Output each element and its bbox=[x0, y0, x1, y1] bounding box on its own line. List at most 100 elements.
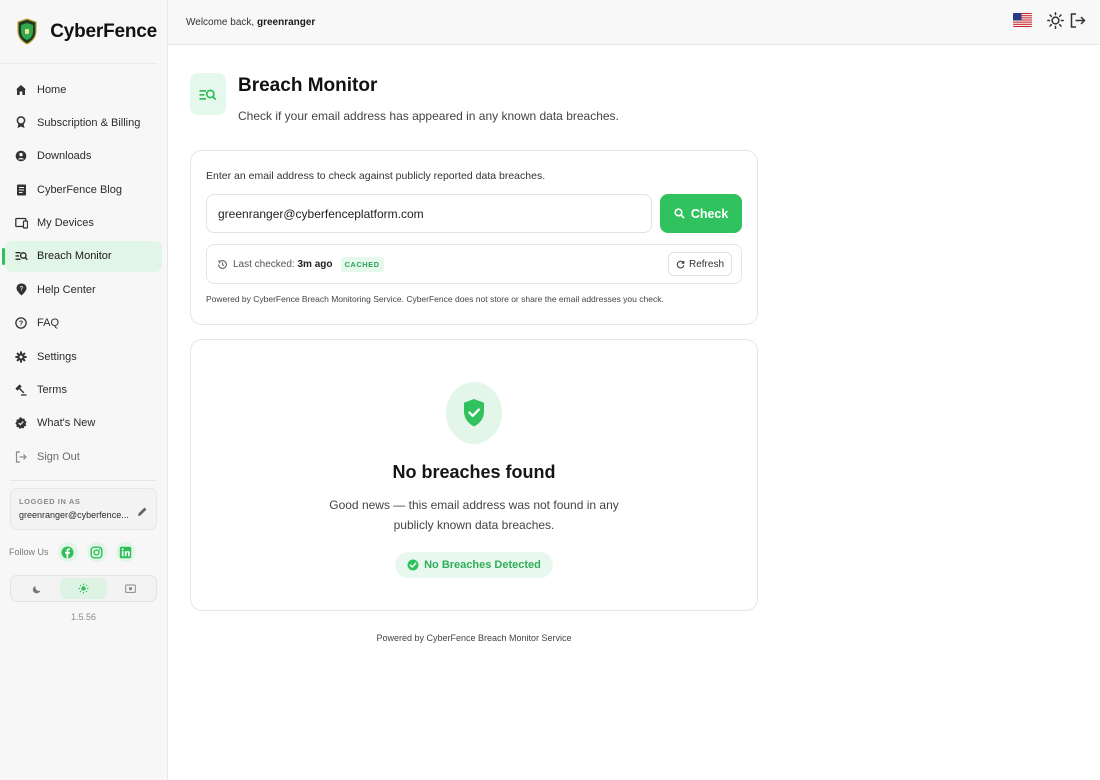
sidebar-item-downloads[interactable]: Downloads bbox=[5, 141, 162, 172]
sidebar-item-my-devices[interactable]: My Devices bbox=[5, 208, 162, 239]
badge-icon bbox=[14, 116, 28, 130]
footer-powered-by: Powered by CyberFence Breach Monitor Ser… bbox=[376, 633, 572, 643]
sidebar-item-faq[interactable]: ? FAQ bbox=[5, 308, 162, 339]
email-input[interactable] bbox=[206, 194, 653, 233]
page-subtitle: Check if your email address has appeared… bbox=[238, 109, 619, 123]
sidebar-item-label: FAQ bbox=[37, 317, 60, 330]
sidebar-item-settings[interactable]: Settings bbox=[5, 341, 162, 372]
logged-in-label: LOGGED IN AS bbox=[19, 497, 81, 507]
shield-logo-icon bbox=[16, 17, 38, 47]
page-title: Breach Monitor bbox=[238, 75, 378, 96]
us-flag-icon[interactable] bbox=[1013, 13, 1032, 27]
sidebar-divider bbox=[10, 480, 157, 482]
no-breaches-pill: No Breaches Detected bbox=[395, 552, 553, 578]
sidebar-item-label: Downloads bbox=[37, 150, 92, 163]
email-check-row: Check bbox=[206, 194, 742, 233]
page-title-block: Breach Monitor Check if your email addre… bbox=[238, 73, 619, 123]
header-actions bbox=[1013, 11, 1086, 29]
sidebar-item-label: Sign Out bbox=[37, 450, 80, 463]
sidebar-item-label: Breach Monitor bbox=[37, 250, 112, 263]
svg-text:?: ? bbox=[19, 319, 24, 328]
follow-us-row: Follow Us bbox=[9, 542, 167, 563]
sidebar-item-label: Help Center bbox=[37, 283, 96, 296]
refresh-icon bbox=[676, 260, 685, 269]
result-card: No breaches found Good news — this email… bbox=[190, 339, 758, 611]
facebook-icon[interactable] bbox=[57, 542, 78, 563]
logged-in-email: greenranger@cyberfence... bbox=[19, 510, 129, 521]
brand-name: CyberFence bbox=[50, 20, 157, 42]
welcome-prefix: Welcome back, bbox=[186, 16, 255, 28]
theme-dark-button[interactable] bbox=[13, 578, 60, 599]
download-circle-icon bbox=[14, 149, 28, 163]
sidebar-item-whats-new[interactable]: What's New bbox=[5, 408, 162, 439]
help-pin-icon: ? bbox=[14, 283, 28, 297]
history-clock-icon bbox=[217, 259, 228, 270]
check-button[interactable]: Check bbox=[660, 194, 742, 233]
shield-check-icon bbox=[446, 382, 502, 444]
check-card: Enter an email address to check against … bbox=[190, 150, 758, 325]
breach-search-icon bbox=[14, 249, 28, 263]
check-button-label: Check bbox=[690, 206, 729, 221]
breach-search-icon bbox=[190, 73, 226, 115]
check-instructions: Enter an email address to check against … bbox=[206, 170, 546, 182]
brand-header: CyberFence bbox=[0, 0, 157, 64]
sidebar-item-subscription-billing[interactable]: Subscription & Billing bbox=[5, 107, 162, 138]
result-description: Good news — this email address was not f… bbox=[329, 498, 619, 532]
sidebar-nav: Home Subscription & Billing Downloads Cy… bbox=[0, 74, 167, 472]
theme-switcher bbox=[10, 575, 157, 603]
sidebar-item-home[interactable]: Home bbox=[5, 74, 162, 105]
sun-icon bbox=[78, 583, 89, 594]
devices-icon bbox=[14, 216, 28, 230]
home-icon bbox=[14, 83, 28, 97]
logout-icon[interactable] bbox=[1068, 11, 1086, 29]
no-breaches-label: No Breaches Detected bbox=[424, 559, 541, 571]
follow-us-label: Follow Us bbox=[9, 547, 49, 558]
last-checked-label: Last checked: bbox=[233, 258, 295, 270]
sidebar-item-label: CyberFence Blog bbox=[37, 183, 122, 196]
welcome-message: Welcome back, greenranger bbox=[186, 17, 315, 28]
privacy-note: Powered by CyberFence Breach Monitoring … bbox=[206, 294, 664, 304]
last-checked-value: 3m ago bbox=[297, 258, 333, 270]
check-circle-icon bbox=[407, 559, 419, 571]
refresh-label: Refresh bbox=[688, 258, 724, 270]
instagram-icon[interactable] bbox=[86, 542, 107, 563]
pencil-icon[interactable] bbox=[137, 504, 148, 517]
theme-toggle-sun-icon[interactable] bbox=[1046, 11, 1064, 29]
theme-system-button[interactable] bbox=[107, 578, 154, 599]
top-header: Welcome back, greenranger bbox=[168, 0, 1100, 45]
sidebar-item-label: My Devices bbox=[37, 217, 94, 230]
last-checked-text: Last checked: 3m ago bbox=[233, 259, 333, 270]
welcome-username: greenranger bbox=[256, 16, 316, 28]
cached-badge: CACHED bbox=[340, 256, 384, 272]
last-checked-bar: Last checked: 3m ago CACHED Refresh bbox=[206, 244, 742, 284]
sidebar-item-help-center[interactable]: ? Help Center bbox=[5, 274, 162, 305]
search-icon bbox=[674, 208, 685, 219]
main-content: Breach Monitor Check if your email addre… bbox=[190, 45, 758, 643]
result-title: No breaches found bbox=[392, 462, 556, 482]
logged-in-card: LOGGED IN AS greenranger@cyberfence... bbox=[10, 488, 157, 531]
app-version: 1.5.56 bbox=[70, 612, 97, 623]
sidebar-item-breach-monitor[interactable]: Breach Monitor bbox=[2, 240, 162, 272]
question-circle-icon: ? bbox=[14, 316, 28, 330]
page-header: Breach Monitor Check if your email addre… bbox=[190, 73, 758, 123]
sidebar-item-label: Home bbox=[37, 83, 67, 96]
sidebar-item-blog[interactable]: CyberFence Blog bbox=[5, 174, 162, 205]
sidebar-item-label: Subscription & Billing bbox=[37, 116, 141, 129]
sign-out-icon bbox=[14, 450, 28, 464]
sidebar: CyberFence Home Subscription & Billing D… bbox=[0, 0, 168, 780]
sidebar-item-label: Terms bbox=[37, 384, 67, 397]
gavel-icon bbox=[14, 383, 28, 397]
new-badge-icon bbox=[14, 416, 28, 430]
sidebar-item-sign-out[interactable]: Sign Out bbox=[5, 441, 162, 472]
moon-icon bbox=[32, 586, 40, 594]
sidebar-item-terms[interactable]: Terms bbox=[5, 375, 162, 406]
blog-icon bbox=[14, 183, 28, 197]
monitor-icon bbox=[125, 584, 136, 593]
gear-icon bbox=[14, 350, 28, 364]
svg-text:?: ? bbox=[19, 287, 23, 293]
sidebar-item-label: What's New bbox=[37, 417, 96, 430]
linkedin-icon[interactable] bbox=[115, 542, 136, 563]
refresh-button[interactable]: Refresh bbox=[668, 252, 732, 276]
theme-light-button[interactable] bbox=[60, 578, 107, 600]
sidebar-item-label: Settings bbox=[37, 350, 77, 363]
